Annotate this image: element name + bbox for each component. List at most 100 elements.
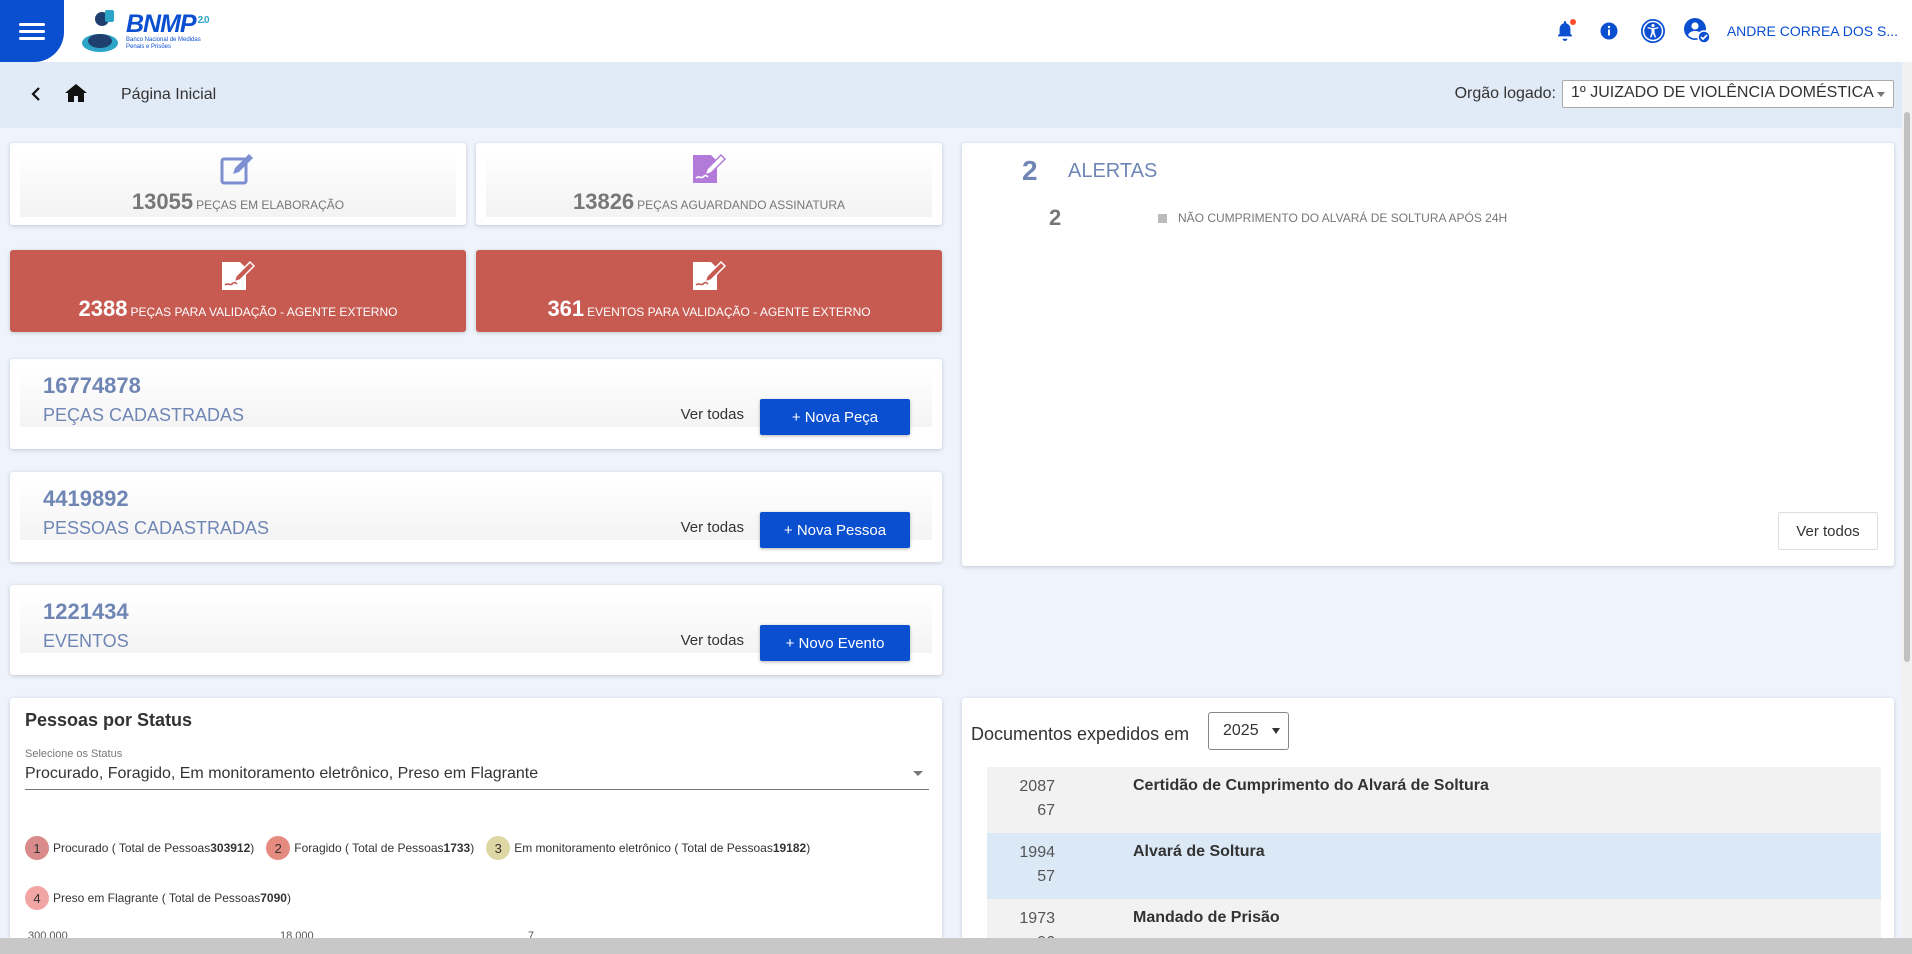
alerts-count: 2	[1022, 155, 1038, 186]
doc-count: 2087	[1019, 778, 1055, 795]
logo-subtitle-2: Penais e Prisões	[126, 43, 172, 50]
back-arrow-icon[interactable]	[26, 84, 46, 104]
legend-badge: 4	[25, 886, 49, 910]
card-pessoas-cadastradas: 4419892 PESSOAS CADASTRADAS Ver todas + …	[10, 472, 942, 562]
pessoas-status-panel: Pessoas por Status Selecione os Status P…	[10, 698, 942, 954]
logo-subtitle-1: Banco Nacional de Medidas	[126, 36, 201, 43]
legend-badge: 2	[266, 836, 291, 860]
legend-suffix: )	[286, 891, 291, 905]
count-value: 16774878	[43, 373, 141, 398]
legend-badge: 3	[486, 836, 511, 860]
card-pecas-elaboracao[interactable]: 13055 PEÇAS EM ELABORAÇÃO	[10, 143, 466, 225]
count-label: PEÇAS CADASTRADAS	[43, 405, 245, 425]
vertical-scrollbar[interactable]	[1902, 62, 1912, 954]
card-pecas-assinatura[interactable]: 13826 PEÇAS AGUARDANDO ASSINATURA	[476, 143, 942, 225]
legend-suffix: )	[806, 841, 811, 855]
legend-prefix: ( Total de Pessoas	[674, 841, 773, 855]
card-pecas-validacao[interactable]: 2388 PEÇAS PARA VALIDAÇÃO - AGENTE EXTER…	[10, 250, 466, 332]
status-select-label: Selecione os Status	[25, 748, 123, 760]
stat-label: PEÇAS PARA VALIDAÇÃO - AGENTE EXTERNO	[130, 305, 398, 319]
count-value: 4419892	[43, 486, 129, 511]
legend-total: 7090	[260, 891, 287, 905]
home-icon[interactable]	[64, 83, 88, 105]
doc-count: 1994	[1019, 844, 1055, 861]
horizontal-scrollbar[interactable]	[0, 938, 1912, 954]
year-select[interactable]: 2025	[1208, 712, 1289, 750]
scrollbar-thumb[interactable]	[1904, 112, 1910, 662]
sign-document-icon	[693, 153, 727, 183]
alert-bullet-icon	[1158, 214, 1167, 223]
alert-item-count: 2	[1049, 205, 1062, 230]
legend-name: Procurado	[53, 841, 109, 855]
nova-pessoa-button[interactable]: + Nova Pessoa	[760, 512, 910, 548]
nova-peca-button[interactable]: + Nova Peça	[760, 399, 910, 435]
legend-name: Preso em Flagrante	[53, 891, 159, 905]
legend-item[interactable]: 4 Preso em Flagrante ( Total de Pessoas …	[25, 886, 291, 910]
info-icon[interactable]	[1595, 17, 1623, 45]
bell-icon[interactable]	[1551, 17, 1579, 45]
card-pecas-cadastradas: 16774878 PEÇAS CADASTRADAS Ver todas + N…	[10, 359, 942, 449]
novo-evento-button[interactable]: + Novo Evento	[760, 625, 910, 661]
status-select[interactable]: Procurado, Foragido, Em monitoramento el…	[25, 762, 929, 790]
doc-count-2: 57	[1037, 868, 1055, 885]
sign-document-icon	[222, 260, 256, 290]
accessibility-icon[interactable]	[1639, 17, 1667, 45]
documentos-panel: Documentos expedidos em 2025 2087 67 Cert…	[962, 698, 1894, 954]
ver-todas-link[interactable]: Ver todas	[681, 519, 744, 536]
legend-prefix: ( Total de Pessoas	[161, 891, 261, 905]
table-row[interactable]: 2087 67 Certidão de Cumprimento do Alvará…	[987, 767, 1881, 833]
legend-suffix: )	[250, 841, 255, 855]
ver-todas-link[interactable]: Ver todas	[681, 406, 744, 423]
stat-value: 361	[547, 296, 585, 321]
user-check-icon[interactable]	[1683, 17, 1711, 45]
doc-name: Mandado de Prisão	[1133, 909, 1280, 926]
bnmp-logo[interactable]: BNMP 2.0 Banco Nacional de Medidas Penais…	[80, 6, 210, 56]
logo-emblem-icon	[82, 10, 118, 52]
notification-dot	[1569, 19, 1576, 25]
alert-item-text[interactable]: NÃO CUMPRIMENTO DO ALVARÁ DE SOLTURA APÓ…	[1178, 211, 1507, 225]
table-row[interactable]: 1994 57 Alvará de Soltura	[987, 833, 1881, 899]
page-title: Página Inicial	[121, 86, 217, 103]
doc-count: 1973	[1019, 910, 1055, 927]
legend-item[interactable]: 3 Em monitoramento eletrônico ( Total de…	[486, 836, 810, 860]
legend-prefix: ( Total de Pessoas	[111, 841, 211, 855]
stat-value: 2388	[78, 296, 128, 321]
legend-name: Foragido	[294, 841, 342, 855]
panel-title: Pessoas por Status	[25, 710, 193, 730]
panel-title: Documentos expedidos em	[971, 724, 1190, 744]
orgao-select[interactable]: 1º JUIZADO DE VIOLÊNCIA DOMÉSTICA	[1562, 80, 1894, 108]
legend-total: 1733	[443, 841, 471, 855]
count-value: 1221434	[43, 599, 129, 624]
stat-value: 13826	[572, 189, 635, 214]
alerts-title: ALERTAS	[1068, 160, 1158, 182]
card-eventos-validacao[interactable]: 361 EVENTOS PARA VALIDAÇÃO - AGENTE EXTE…	[476, 250, 942, 332]
doc-name: Certidão de Cumprimento do Alvará de Sol…	[1133, 777, 1489, 794]
legend-name: Em monitoramento eletrônico	[514, 841, 671, 855]
doc-count-2: 67	[1037, 802, 1055, 819]
user-name[interactable]: ANDRE CORREA DOS S...	[1727, 23, 1898, 39]
legend-item[interactable]: 2 Foragido ( Total de Pessoas 1733 )	[266, 836, 474, 860]
orgao-label: Orgão logado:	[1454, 85, 1556, 102]
stat-value: 13055	[131, 189, 194, 214]
menu-icon[interactable]	[0, 0, 64, 62]
legend-total: 19182	[772, 841, 807, 855]
legend-total: 303912	[210, 841, 251, 855]
card-eventos: 1221434 EVENTOS Ver todas + Novo Evento	[10, 585, 942, 675]
sign-document-icon	[693, 260, 727, 290]
legend-item[interactable]: 1 Procurado ( Total de Pessoas 303912 )	[25, 836, 254, 860]
ver-todas-link[interactable]: Ver todas	[681, 632, 744, 649]
legend-prefix: ( Total de Pessoas	[345, 841, 444, 855]
count-label: EVENTOS	[43, 631, 129, 651]
alerts-panel: 2 ALERTAS 2 NÃO CUMPRIMENTO DO ALVARÁ DE…	[962, 143, 1894, 566]
legend-badge: 1	[25, 836, 49, 860]
legend-suffix: )	[470, 841, 475, 855]
doc-name: Alvará de Soltura	[1133, 843, 1265, 860]
stat-label: EVENTOS PARA VALIDAÇÃO - AGENTE EXTERNO	[587, 305, 871, 319]
logo-version: 2.0	[197, 14, 210, 26]
breadcrumb: Página Inicial Orgão logado: 1º JUIZADO …	[0, 62, 1912, 128]
ver-todos-button[interactable]: Ver todos	[1778, 512, 1878, 550]
stat-label: PEÇAS AGUARDANDO ASSINATURA	[637, 198, 845, 212]
logo-text: BNMP	[126, 9, 197, 38]
count-label: PESSOAS CADASTRADAS	[43, 518, 270, 538]
edit-icon	[220, 154, 253, 185]
